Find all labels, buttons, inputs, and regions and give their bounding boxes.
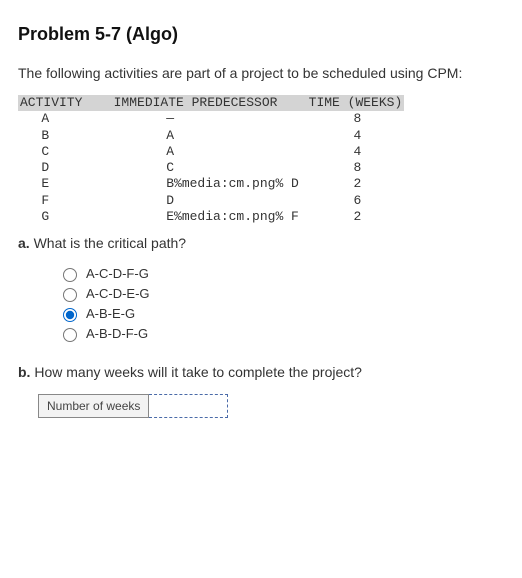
question-a-prefix: a. — [18, 235, 30, 251]
question-b-prefix: b. — [18, 364, 30, 380]
question-b: b. How many weeks will it take to comple… — [18, 364, 504, 380]
radio-option-3[interactable] — [63, 328, 77, 342]
option-abeg[interactable]: A-B-E-G — [58, 305, 504, 322]
weeks-input-label: Number of weeks — [38, 394, 149, 418]
option-acdeg[interactable]: A-C-D-E-G — [58, 285, 504, 302]
option-abdfg[interactable]: A-B-D-F-G — [58, 325, 504, 342]
activity-table: ACTIVITY IMMEDIATE PREDECESSOR TIME (WEE… — [18, 95, 504, 225]
option-acdfg[interactable]: A-C-D-F-G — [58, 265, 504, 282]
radio-option-2[interactable] — [63, 308, 77, 322]
question-b-text: How many weeks will it take to complete … — [30, 364, 361, 380]
option-label: A-C-D-F-G — [86, 266, 149, 281]
table-header: ACTIVITY IMMEDIATE PREDECESSOR TIME (WEE… — [18, 95, 404, 111]
table-row: D C 8 — [18, 160, 361, 175]
table-row: B A 4 — [18, 128, 361, 143]
weeks-input[interactable] — [149, 394, 228, 418]
question-a-options: A-C-D-F-G A-C-D-E-G A-B-E-G A-B-D-F-G — [58, 265, 504, 342]
table-row: F D 6 — [18, 193, 361, 208]
weeks-input-row: Number of weeks — [38, 394, 504, 418]
radio-option-0[interactable] — [63, 268, 77, 282]
option-label: A-C-D-E-G — [86, 286, 150, 301]
table-row: C A 4 — [18, 144, 361, 159]
question-a-text: What is the critical path? — [30, 235, 186, 251]
option-label: A-B-D-F-G — [86, 326, 148, 341]
table-row: G E%media:cm.png% F 2 — [18, 209, 361, 224]
table-row: E B%media:cm.png% D 2 — [18, 176, 361, 191]
radio-option-1[interactable] — [63, 288, 77, 302]
problem-title: Problem 5-7 (Algo) — [18, 24, 504, 45]
problem-intro: The following activities are part of a p… — [18, 65, 504, 81]
table-row: A — 8 — [18, 111, 361, 126]
option-label: A-B-E-G — [86, 306, 135, 321]
question-a: a. What is the critical path? — [18, 235, 504, 251]
